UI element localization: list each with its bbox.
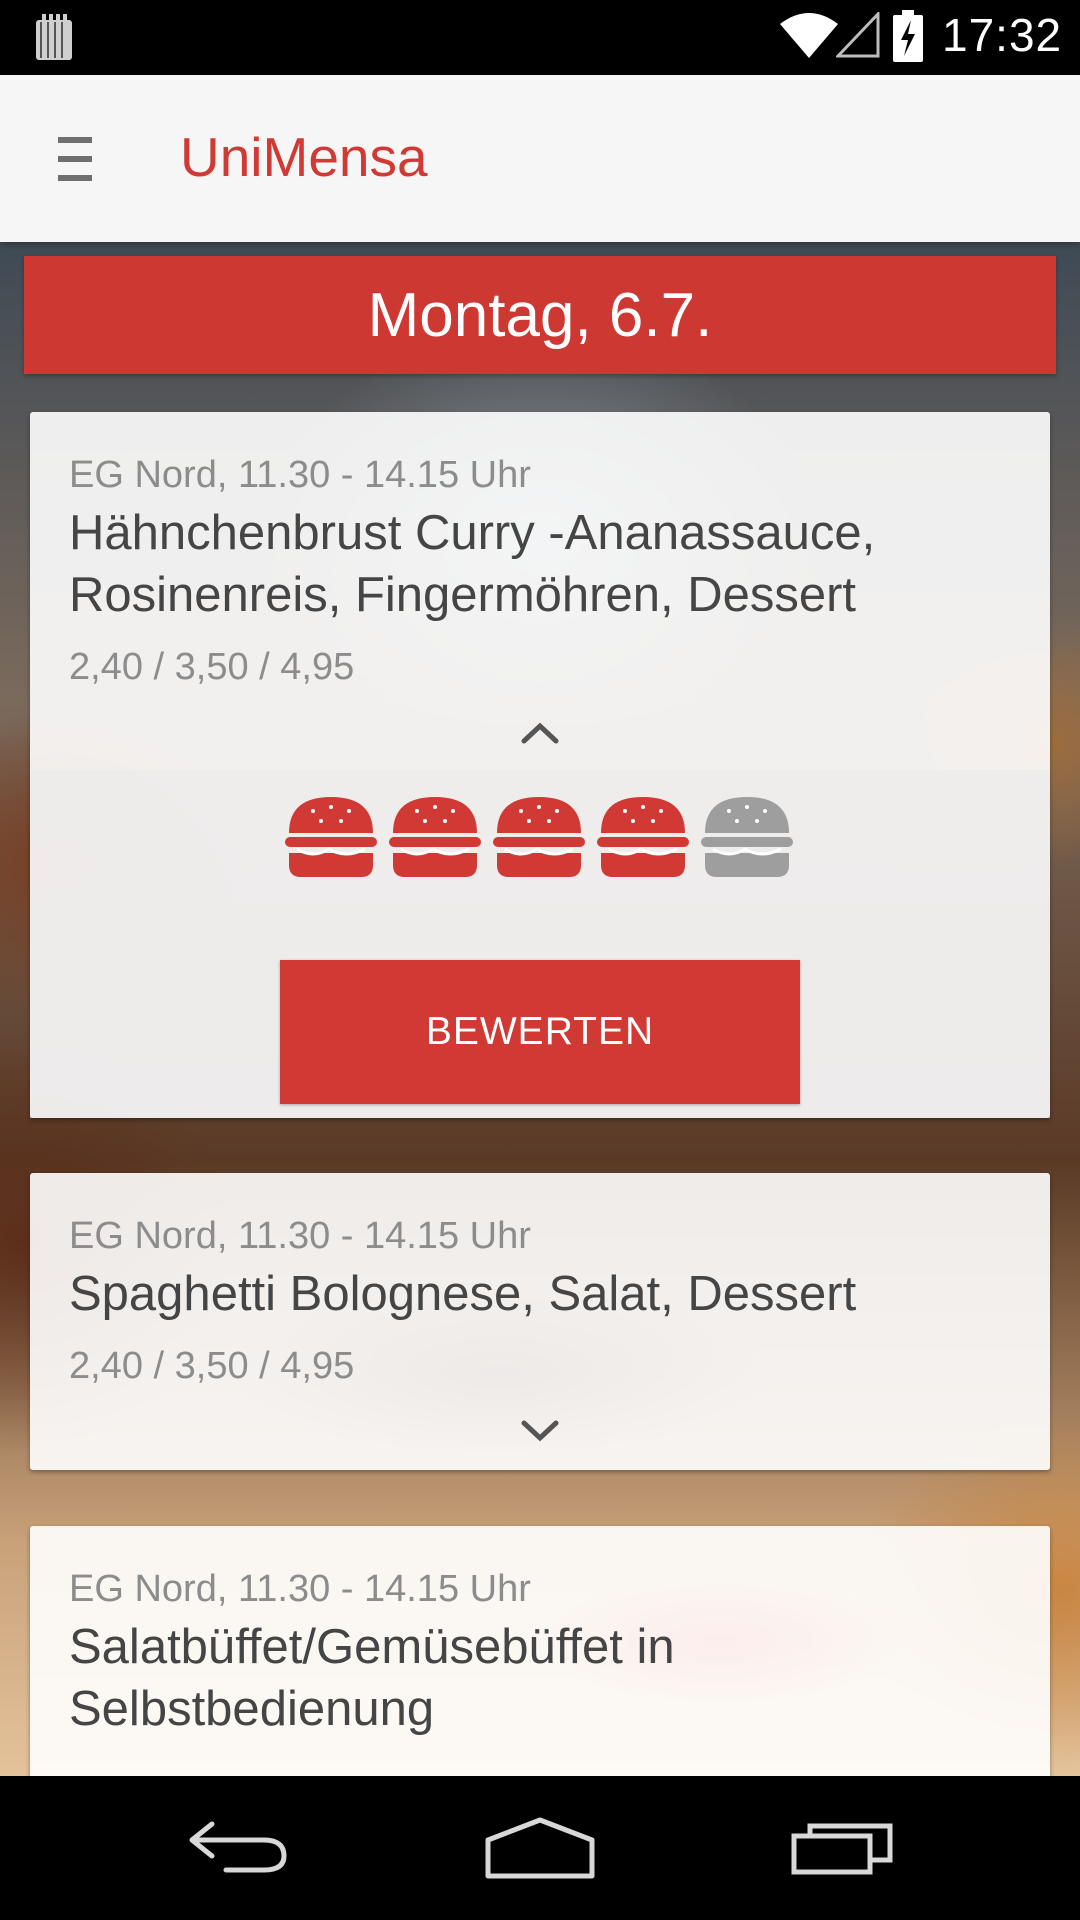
- meal-prices: 2,40 / 3,50 / 4,95: [69, 646, 355, 688]
- day-header: Montag, 6.7.: [24, 256, 1056, 374]
- status-time: 17:32: [942, 9, 1063, 61]
- burger-rating-icon[interactable]: [491, 795, 587, 879]
- meal-name: Hähnchenbrust Curry -Ananassauce, Rosine…: [69, 506, 876, 622]
- meal-name: Salatbüffet/Gemüsebüffet in Selbstbedien…: [69, 1620, 675, 1736]
- app-bar: UniMensa: [0, 75, 1080, 242]
- burger-rating[interactable]: [283, 795, 795, 879]
- burger-rating-icon-empty[interactable]: [699, 795, 795, 879]
- screen: 17:32 UniMensa Montag, 6.7. EG Nord, 11.…: [0, 0, 1080, 1920]
- meal-name: Spaghetti Bolognese, Salat, Dessert: [69, 1267, 857, 1321]
- burger-rating-icon[interactable]: [387, 795, 483, 879]
- home-icon[interactable]: [484, 1816, 596, 1880]
- burger-rating-icon[interactable]: [595, 795, 691, 879]
- wifi-icon: [780, 13, 838, 58]
- hamburger-menu-icon[interactable]: [58, 137, 92, 181]
- expand-chevron-icon[interactable]: [518, 1417, 562, 1445]
- navigation-bar: [0, 1776, 1080, 1920]
- meal-card[interactable]: EG Nord, 11.30 - 14.15 Uhr Hähnchenbrust…: [30, 412, 1050, 1118]
- meal-location-time: EG Nord, 11.30 - 14.15 Uhr: [69, 1568, 531, 1610]
- back-icon[interactable]: [186, 1816, 290, 1876]
- meal-prices: 2,40 / 3,50 / 4,95: [69, 1345, 355, 1387]
- meal-card[interactable]: EG Nord, 11.30 - 14.15 Uhr Spaghetti Bol…: [30, 1173, 1050, 1470]
- battery-charging-icon: [893, 10, 923, 62]
- recent-apps-icon[interactable]: [790, 1816, 896, 1876]
- rate-button[interactable]: BEWERTEN: [280, 960, 800, 1104]
- status-bar: 17:32: [0, 0, 1080, 75]
- notification-icon: [36, 14, 72, 60]
- meal-card[interactable]: EG Nord, 11.30 - 14.15 Uhr Salatbüffet/G…: [30, 1526, 1050, 1776]
- meal-location-time: EG Nord, 11.30 - 14.15 Uhr: [69, 454, 531, 496]
- meal-location-time: EG Nord, 11.30 - 14.15 Uhr: [69, 1215, 531, 1257]
- signal-icon: [836, 12, 880, 58]
- burger-rating-icon[interactable]: [283, 795, 379, 879]
- app-title: UniMensa: [180, 126, 428, 188]
- collapse-chevron-icon[interactable]: [518, 718, 562, 746]
- menu-content[interactable]: Montag, 6.7. EG Nord, 11.30 - 14.15 Uhr …: [0, 242, 1080, 1776]
